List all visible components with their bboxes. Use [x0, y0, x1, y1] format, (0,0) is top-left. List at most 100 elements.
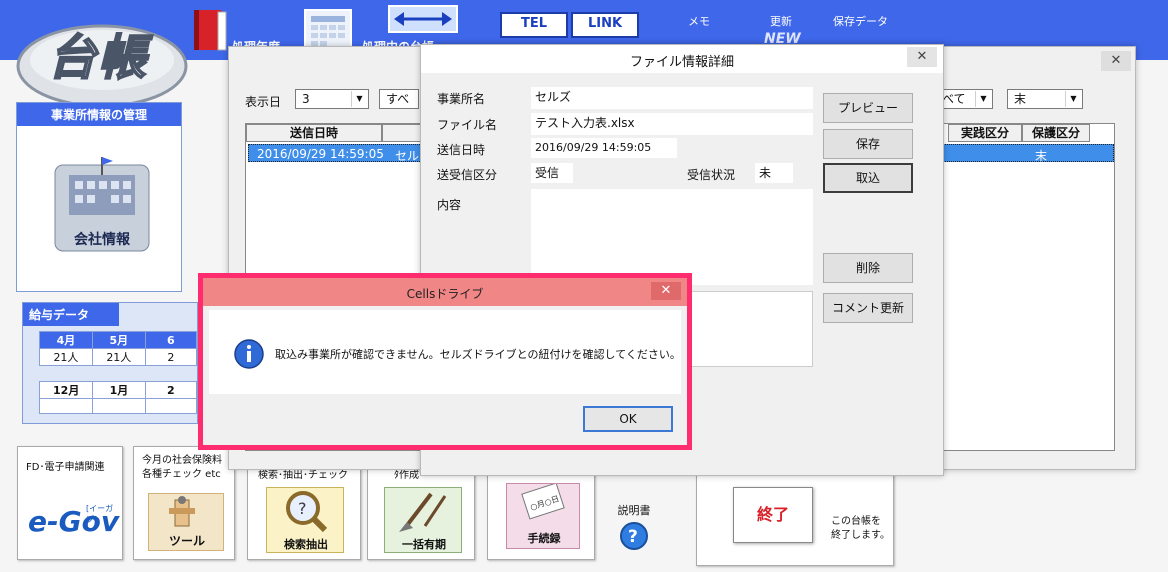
sent-at-field[interactable]: 2016/09/29 14:59:05: [531, 138, 677, 158]
import-button[interactable]: 取込: [823, 163, 913, 193]
svg-text:?: ?: [628, 527, 638, 547]
chevron-down-icon: ▼: [975, 91, 991, 107]
detail-close-icon[interactable]: ✕: [907, 47, 937, 67]
direction-label: 送受信区分: [437, 168, 498, 182]
filter-label: 表示日: [245, 95, 282, 109]
save-button[interactable]: 保存: [823, 129, 913, 159]
headcount-cell: [144, 398, 198, 414]
list-window-close-icon[interactable]: ✕: [1101, 51, 1131, 71]
exit-note-1: この台帳を: [831, 516, 881, 527]
chevron-down-icon: ▼: [351, 91, 367, 107]
svg-text:?: ?: [298, 499, 307, 518]
link-button[interactable]: LINK: [571, 12, 639, 38]
procedure-icon: ○月○日 手続録: [506, 482, 580, 549]
file-name-field[interactable]: テスト入力表.xlsx: [531, 113, 813, 135]
col-status[interactable]: 実践区分: [948, 124, 1022, 142]
detail-titlebar: ファイル情報詳細 ✕: [421, 45, 943, 73]
dialog-title: Cellsドライブ: [406, 287, 484, 301]
tools-icon: ツール: [148, 493, 224, 551]
update-label[interactable]: 更新: [770, 13, 792, 29]
salary-data-panel: 給与データ 4月 5月 6 21人 21人 2 12月 1月 2: [22, 302, 198, 424]
month-cell[interactable]: 4月: [39, 331, 93, 349]
detail-title: ファイル情報詳細: [629, 55, 734, 70]
egov-logo-sub: [イーガブ]: [86, 504, 114, 524]
tools-label: ツール: [168, 534, 205, 548]
category-select-value: べて: [942, 92, 966, 106]
search-caption: 検索･抽出･チェック: [258, 470, 348, 481]
company-label: 事業所名: [437, 92, 486, 106]
procedure-label: 手続録: [527, 532, 561, 545]
search-label: 検索抽出: [284, 538, 328, 551]
arrows-icon[interactable]: [388, 5, 458, 33]
manual-label: 説明書: [617, 504, 651, 517]
headcount-cell: [92, 398, 146, 414]
col-sent-at[interactable]: 送信日時: [246, 124, 382, 142]
tools-caption-1: 今月の社会保険料: [142, 455, 222, 466]
company-field[interactable]: セルズ: [531, 87, 813, 109]
type-select[interactable]: すべ: [379, 89, 419, 109]
row-sent-at: 2016/09/29 14:59:05: [257, 147, 384, 161]
headcount-cell: 2: [144, 348, 198, 366]
salary-table-row1: 4月 5月 6 21人 21人 2: [39, 331, 198, 366]
dialog-message: 取込み事業所が確認できません。セルズドライブとの紐付けを確認してください。: [275, 348, 681, 361]
dialog-highlight: Cellsドライブ ✕ 取込み事業所が確認できません。セルズドライブとの紐付けを…: [198, 273, 692, 450]
delete-button[interactable]: 削除: [823, 253, 913, 283]
book-icon[interactable]: [190, 8, 230, 54]
content-textarea[interactable]: [531, 189, 813, 285]
col-protect[interactable]: 保護区分: [1022, 124, 1090, 142]
exit-button[interactable]: 終了: [733, 487, 813, 543]
logo-text: 台帳: [47, 29, 149, 87]
direction-field[interactable]: 受信: [531, 163, 573, 183]
tools-caption-2: 各種チェック etc: [142, 469, 221, 480]
company-panel-title: 事業所情報の管理: [17, 103, 181, 126]
month-cell[interactable]: 5月: [91, 331, 146, 349]
headcount-cell: 21人: [39, 348, 93, 366]
ledger-logo: 台帳: [14, 4, 190, 112]
tools-tile[interactable]: 今月の社会保険料 各種チェック etc ツール: [133, 446, 235, 560]
exit-tile: 終了 この台帳を 終了します。: [696, 470, 894, 566]
dialog-close-icon[interactable]: ✕: [651, 282, 681, 300]
magnifier-icon: ? 検索抽出: [266, 487, 344, 553]
company-info-panel: 事業所情報の管理 会社情報: [16, 102, 182, 292]
company-info-label: 会社情報: [74, 232, 130, 248]
row-protect: 末: [1035, 149, 1048, 163]
egov-caption: FD･電子申請関連: [26, 462, 105, 473]
content-label: 内容: [437, 198, 462, 212]
receive-status-field[interactable]: 未: [755, 163, 793, 183]
month-cell[interactable]: 6: [144, 331, 198, 349]
shovel-icon: 一括有期: [384, 487, 462, 553]
col-company[interactable]: [382, 124, 422, 142]
company-info-button[interactable]: 会社情報: [49, 155, 155, 255]
procedure-tile[interactable]: ○月○日 手続録: [487, 470, 595, 560]
exit-note-2: 終了します。: [831, 530, 890, 541]
bulk-label: 一括有期: [402, 538, 446, 551]
days-select[interactable]: 3 ▼: [295, 89, 369, 109]
receive-status-label: 受信状況: [687, 168, 736, 182]
salary-table-row2: 12月 1月 2: [38, 381, 198, 414]
headcount-cell: [38, 398, 94, 414]
type-select-value: すべ: [386, 92, 410, 106]
days-select-value: 3: [302, 92, 310, 106]
ok-button[interactable]: OK: [583, 406, 673, 432]
manual-button[interactable]: 説明書 ?: [606, 504, 662, 560]
sent-at-label: 送信日時: [437, 143, 486, 157]
chevron-down-icon: ▼: [1065, 91, 1081, 107]
salary-panel-title: 給与データ: [23, 303, 119, 326]
tel-button[interactable]: TEL: [500, 12, 568, 38]
dialog-titlebar: Cellsドライブ ✕: [203, 278, 687, 306]
egov-tile[interactable]: FD･電子申請関連 e-Gov [イーガブ]: [17, 446, 123, 560]
status-select[interactable]: 末 ▼: [1007, 89, 1083, 109]
file-name-label: ファイル名: [437, 118, 498, 132]
month-cell[interactable]: 1月: [92, 381, 146, 399]
month-cell[interactable]: 12月: [38, 381, 94, 399]
info-icon: [234, 339, 264, 369]
memo-label[interactable]: メモ: [688, 13, 710, 29]
dialog-message-area: 取込み事業所が確認できません。セルズドライブとの紐付けを確認してください。: [209, 310, 681, 394]
headcount-cell: 21人: [91, 348, 146, 366]
status-select-value: 末: [1014, 92, 1027, 106]
help-icon: ?: [620, 522, 648, 550]
month-cell[interactable]: 2: [144, 381, 198, 399]
preview-button[interactable]: プレビュー: [823, 93, 913, 123]
comment-update-button[interactable]: コメント更新: [823, 293, 913, 323]
saved-data-label[interactable]: 保存データ: [833, 13, 888, 29]
